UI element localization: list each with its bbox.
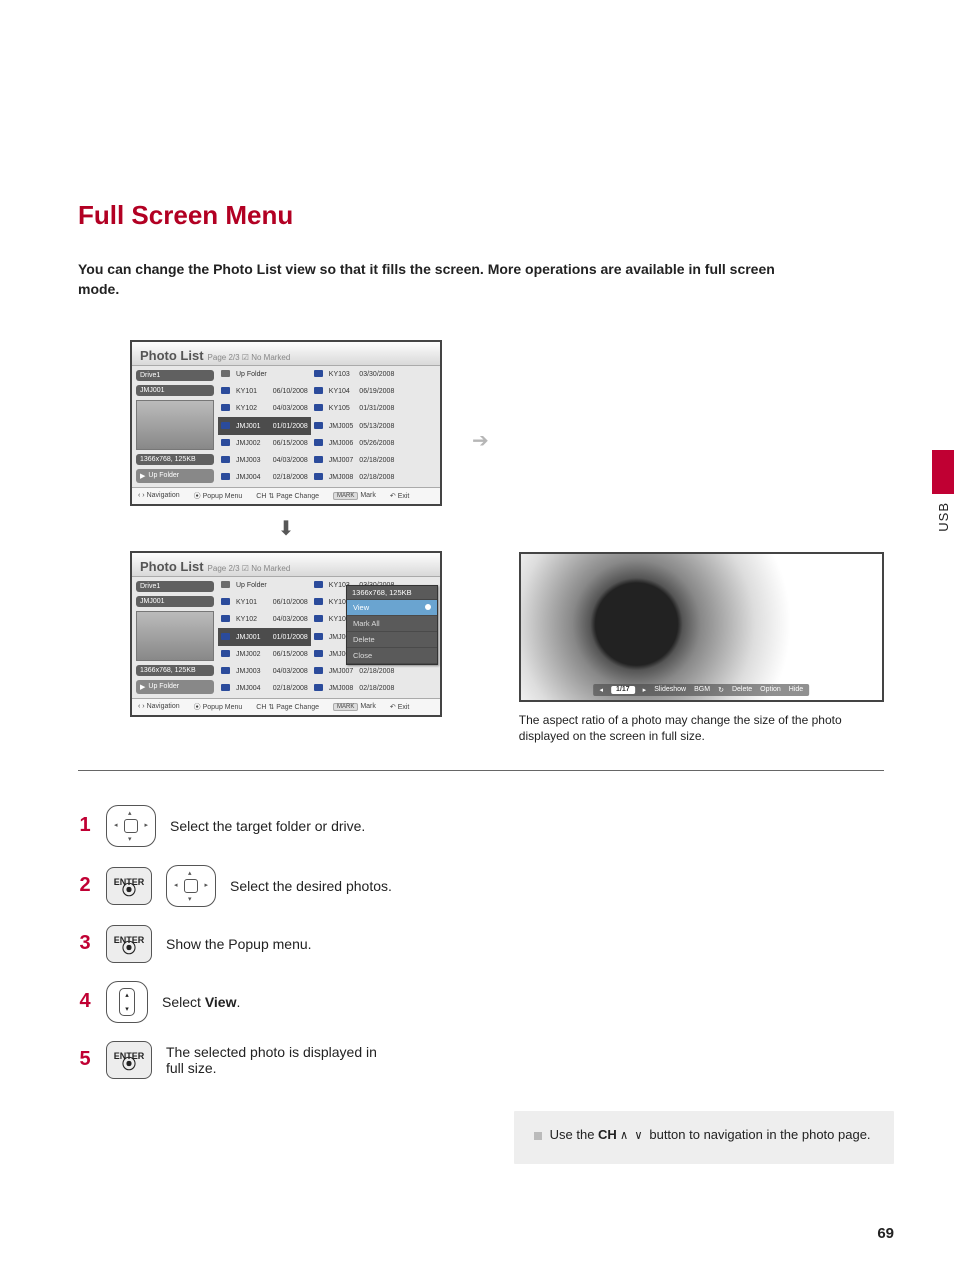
file-row[interactable]: KY10406/19/2008: [311, 383, 398, 400]
step-4: 4 ▴▾ Select View.: [78, 981, 884, 1023]
bullet-icon: [534, 1132, 542, 1140]
file-row[interactable]: JMJ00802/18/2008: [311, 469, 398, 486]
file-row[interactable]: KY10204/03/2008: [218, 611, 311, 628]
step-3: 3 ENTER⦿ Show the Popup menu.: [78, 925, 884, 963]
section-divider: [78, 770, 884, 771]
side-tab-marker: [932, 450, 954, 494]
file-row[interactable]: JMJ00402/18/2008: [218, 469, 311, 486]
file-row[interactable]: KY10106/10/2008: [218, 594, 311, 611]
fullscreen-preview-block: ◂1/17▸ Slideshow BGM ↻ Delete Option Hid…: [519, 552, 884, 744]
file-row[interactable]: JMJ00206/15/2008: [218, 646, 311, 663]
step-1: 1 ▴▾◂▸ Select the target folder or drive…: [78, 805, 884, 847]
enter-button[interactable]: ENTER⦿: [106, 1041, 152, 1079]
page-number: 69: [877, 1225, 894, 1242]
side-tab: USB: [932, 450, 954, 532]
file-row[interactable]: JMJ00101/01/2008: [218, 628, 311, 645]
file-row[interactable]: KY10106/10/2008: [218, 383, 311, 400]
preview-caption: The aspect ratio of a photo may change t…: [519, 712, 884, 744]
down-arrow-icon: ⬇: [278, 516, 295, 541]
down-caret-icon: ∨: [635, 1128, 649, 1142]
file-row[interactable]: JMJ00304/03/2008: [218, 452, 311, 469]
file-column-1b: Up FolderKY10106/10/2008KY10204/03/2008J…: [218, 577, 311, 698]
popup-delete[interactable]: Delete: [347, 632, 437, 648]
file-row[interactable]: KY10303/30/2008: [311, 366, 398, 383]
up-folder-button[interactable]: ▶ Up Folder: [136, 469, 214, 483]
popup-view[interactable]: View: [347, 600, 437, 616]
file-row[interactable]: JMJ00802/18/2008: [311, 680, 398, 697]
selected-name-pill: JMJ001: [136, 385, 214, 396]
dpad-button[interactable]: ▴▾◂▸: [166, 865, 216, 907]
file-row[interactable]: JMJ00101/01/2008: [218, 417, 311, 434]
file-row[interactable]: JMJ00206/15/2008: [218, 435, 311, 452]
file-row[interactable]: JMJ00702/18/2008: [311, 663, 398, 680]
file-row[interactable]: JMJ00304/03/2008: [218, 663, 311, 680]
popup-mark-all[interactable]: Mark All: [347, 616, 437, 632]
file-column-1: Up FolderKY10106/10/2008KY10204/03/2008J…: [218, 366, 311, 487]
popup-header: 1366x768, 125KB: [347, 586, 437, 600]
side-tab-label: USB: [936, 502, 951, 532]
drive-pill[interactable]: Drive1: [136, 370, 214, 381]
step-2: 2 ENTER⦿ ▴▾◂▸ Select the desired photos.: [78, 865, 884, 907]
fullscreen-photo: ◂1/17▸ Slideshow BGM ↻ Delete Option Hid…: [519, 552, 884, 702]
up-caret-icon: ∧: [620, 1128, 634, 1142]
intro-text: You can change the Photo List view so th…: [78, 259, 778, 300]
file-row[interactable]: KY10204/03/2008: [218, 400, 311, 417]
thumbnail: [136, 400, 214, 450]
file-row[interactable]: Up Folder: [218, 366, 311, 383]
enter-button[interactable]: ENTER⦿: [106, 925, 152, 963]
dpad-button[interactable]: ▴▾◂▸: [106, 805, 156, 847]
file-column-2: KY10303/30/2008KY10406/19/2008KY10501/31…: [311, 366, 398, 487]
pl-title: Photo List: [140, 348, 204, 363]
popup-close[interactable]: Close: [347, 648, 437, 664]
selected-info-pill: 1366x768, 125KB: [136, 454, 214, 465]
file-row[interactable]: JMJ00505/13/2008: [311, 417, 398, 434]
file-row[interactable]: KY10501/31/2008: [311, 400, 398, 417]
right-arrow-icon: ➔: [472, 428, 489, 453]
file-row[interactable]: JMJ00402/18/2008: [218, 680, 311, 697]
file-row[interactable]: JMJ00702/18/2008: [311, 452, 398, 469]
photo-list-before: Photo List Page 2/3 ☑ No Marked Drive1 J…: [130, 340, 442, 506]
page-heading: Full Screen Menu: [78, 200, 884, 231]
enter-button[interactable]: ENTER⦿: [106, 867, 152, 905]
instruction-steps: 1 ▴▾◂▸ Select the target folder or drive…: [78, 805, 884, 1079]
photo-list-popup: Photo List Page 2/3 ☑ No Marked Drive1 J…: [130, 551, 442, 717]
updown-button[interactable]: ▴▾: [106, 981, 148, 1023]
preview-toolbar: ◂1/17▸ Slideshow BGM ↻ Delete Option Hid…: [594, 684, 810, 696]
file-row[interactable]: JMJ00605/26/2008: [311, 435, 398, 452]
tip-box: Use the CH ∧ ∨ button to navigation in t…: [514, 1111, 894, 1164]
popup-menu: 1366x768, 125KB View Mark All Delete Clo…: [346, 585, 438, 665]
file-row[interactable]: Up Folder: [218, 577, 311, 594]
step-5: 5 ENTER⦿ The selected photo is displayed…: [78, 1041, 884, 1079]
hint-bar: ‹ › Navigation ⦿ Popup Menu CH ⇅ Page Ch…: [132, 487, 440, 504]
screenshots-area: Photo List Page 2/3 ☑ No Marked Drive1 J…: [130, 340, 884, 744]
